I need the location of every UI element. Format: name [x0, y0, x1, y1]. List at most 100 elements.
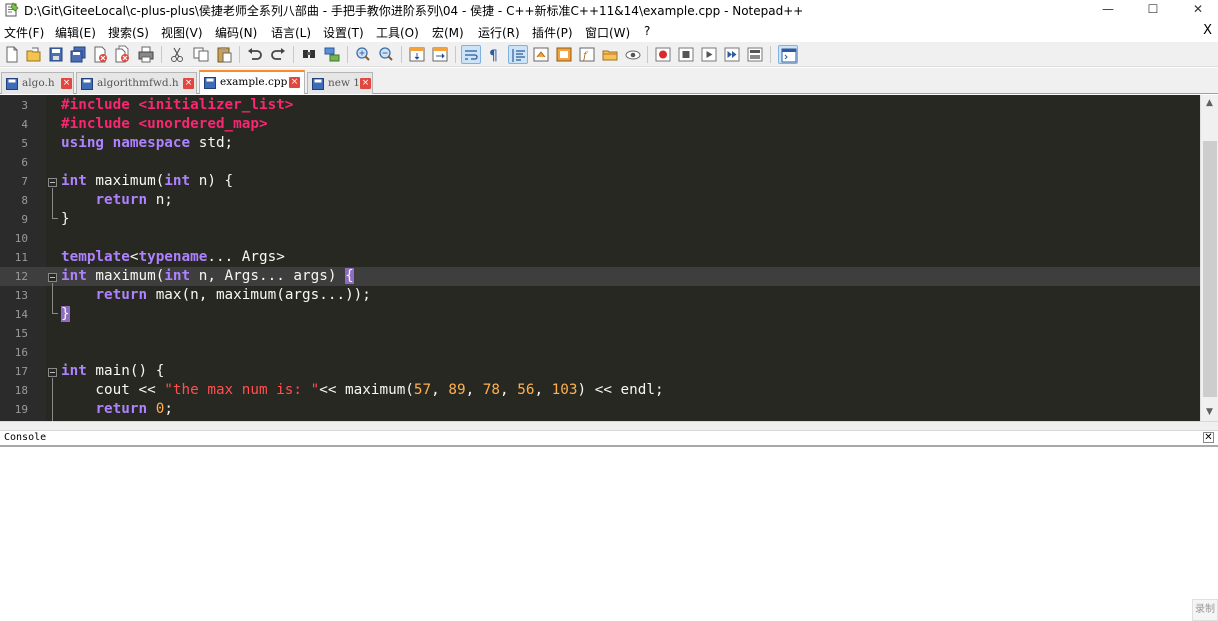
- word-wrap-icon[interactable]: [461, 45, 481, 64]
- menu-search[interactable]: 搜索(S): [108, 24, 149, 41]
- code-line[interactable]: 16: [0, 343, 1200, 362]
- matched-brace: }: [61, 306, 70, 322]
- tab-close-icon[interactable]: ×: [360, 78, 371, 89]
- fold-guide: [52, 218, 58, 219]
- code-line[interactable]: 3 #include <initializer_list>: [0, 96, 1200, 115]
- user-defined-language-icon[interactable]: [531, 45, 551, 64]
- tab-label: algorithmfwd.h: [97, 77, 179, 89]
- toolbar-separator: [347, 46, 348, 63]
- code-line[interactable]: 14 }: [0, 305, 1200, 324]
- maximize-button[interactable]: ☐: [1130, 0, 1176, 20]
- tab-close-icon[interactable]: ×: [61, 78, 72, 89]
- code-line[interactable]: 15: [0, 324, 1200, 343]
- menu-view[interactable]: 视图(V): [161, 24, 203, 41]
- sync-vertical-icon[interactable]: [407, 45, 427, 64]
- record-badge: 录制: [1192, 599, 1218, 621]
- open-file-icon[interactable]: [24, 45, 44, 64]
- toolbar-separator: [455, 46, 456, 63]
- menu-window[interactable]: 窗口(W): [585, 24, 630, 41]
- code-editor[interactable]: 3 #include <initializer_list> 4 #include…: [0, 95, 1200, 421]
- close-document-button[interactable]: X: [1203, 23, 1212, 38]
- fold-toggle-icon[interactable]: [48, 368, 57, 377]
- console-toggle-icon[interactable]: [778, 45, 798, 64]
- fold-toggle-icon[interactable]: [48, 178, 57, 187]
- console-output[interactable]: 录制: [0, 449, 1218, 621]
- panel-splitter[interactable]: [0, 421, 1218, 431]
- run-macro-multiple-icon[interactable]: [722, 45, 742, 64]
- code-line[interactable]: 13 return max(n, maximum(args...));: [0, 286, 1200, 305]
- close-window-button[interactable]: ✕: [1175, 0, 1218, 20]
- close-all-icon[interactable]: [112, 45, 132, 64]
- code-line-current[interactable]: 12 int maximum(int n, Args... args) {: [0, 267, 1200, 286]
- monitoring-eye-icon[interactable]: [623, 45, 643, 64]
- indent-guide-icon[interactable]: [508, 45, 528, 64]
- line-number: 8: [21, 194, 28, 207]
- code-line[interactable]: 10: [0, 229, 1200, 248]
- tab-close-icon[interactable]: ×: [183, 78, 194, 89]
- code-line[interactable]: 19 return 0;: [0, 400, 1200, 419]
- zoom-in-icon[interactable]: [353, 45, 373, 64]
- folder-workspace-icon[interactable]: [600, 45, 620, 64]
- code-line[interactable]: 7 int maximum(int n) {: [0, 172, 1200, 191]
- close-file-icon[interactable]: [90, 45, 110, 64]
- tab-example-cpp[interactable]: example.cpp ×: [199, 70, 305, 94]
- code-line[interactable]: 4 #include <unordered_map>: [0, 115, 1200, 134]
- menu-macro[interactable]: 宏(M): [432, 24, 464, 41]
- document-map-icon[interactable]: [554, 45, 574, 64]
- code-line[interactable]: 5 using namespace std;: [0, 134, 1200, 153]
- replace-icon[interactable]: [322, 45, 342, 64]
- sync-horizontal-icon[interactable]: [430, 45, 450, 64]
- code-line[interactable]: 18 cout << "the max num is: "<< maximum(…: [0, 381, 1200, 400]
- playback-macro-icon[interactable]: [699, 45, 719, 64]
- minimize-button[interactable]: —: [1085, 0, 1131, 20]
- saved-file-icon: [204, 77, 216, 89]
- copy-icon[interactable]: [191, 45, 211, 64]
- menu-language[interactable]: 语言(L): [271, 24, 311, 41]
- scroll-up-icon[interactable]: ▲: [1201, 95, 1218, 112]
- show-all-chars-icon[interactable]: ¶: [484, 45, 504, 64]
- save-icon[interactable]: [46, 45, 66, 64]
- code-line[interactable]: 11 template<typename... Args>: [0, 248, 1200, 267]
- code-line[interactable]: 17 int main() {: [0, 362, 1200, 381]
- menu-settings[interactable]: 设置(T): [323, 24, 364, 41]
- scroll-down-icon[interactable]: ▼: [1201, 404, 1218, 421]
- menu-run[interactable]: 运行(R): [478, 24, 520, 41]
- toolbar: ¶ f: [0, 42, 1218, 67]
- code-line[interactable]: 6: [0, 153, 1200, 172]
- console-close-icon[interactable]: ✕: [1203, 432, 1214, 443]
- tab-close-icon[interactable]: ×: [289, 77, 300, 88]
- line-number: 4: [21, 118, 28, 131]
- save-macro-icon[interactable]: [745, 45, 765, 64]
- menu-help[interactable]: ?: [644, 24, 650, 38]
- find-icon[interactable]: [299, 45, 319, 64]
- cut-icon[interactable]: [167, 45, 187, 64]
- toolbar-separator: [239, 46, 240, 63]
- stop-record-icon[interactable]: [676, 45, 696, 64]
- new-file-icon[interactable]: [2, 45, 22, 64]
- undo-icon[interactable]: [245, 45, 265, 64]
- menu-tools[interactable]: 工具(O): [376, 24, 419, 41]
- fold-guide: [52, 283, 53, 313]
- scrollbar-thumb[interactable]: [1203, 141, 1217, 397]
- code-text: }: [61, 306, 70, 322]
- save-all-icon[interactable]: [68, 45, 88, 64]
- fold-toggle-icon[interactable]: [48, 273, 57, 282]
- code-line[interactable]: 9 }: [0, 210, 1200, 229]
- menu-edit[interactable]: 编辑(E): [55, 24, 96, 41]
- tab-algo-h[interactable]: algo.h ×: [1, 72, 74, 94]
- redo-icon[interactable]: [268, 45, 288, 64]
- zoom-out-icon[interactable]: [376, 45, 396, 64]
- fold-guide: [52, 378, 53, 421]
- print-icon[interactable]: [136, 45, 156, 64]
- code-line[interactable]: 8 return n;: [0, 191, 1200, 210]
- function-list-icon[interactable]: f: [577, 45, 597, 64]
- paste-icon[interactable]: [214, 45, 234, 64]
- tab-new-1[interactable]: new 1 ×: [307, 72, 373, 94]
- vertical-scrollbar[interactable]: ▲ ▼: [1200, 95, 1218, 421]
- line-number: 12: [14, 270, 28, 283]
- menu-encoding[interactable]: 编码(N): [215, 24, 257, 41]
- menu-file[interactable]: 文件(F): [4, 24, 44, 41]
- tab-algorithmfwd-h[interactable]: algorithmfwd.h ×: [76, 72, 197, 94]
- record-macro-icon[interactable]: [653, 45, 673, 64]
- menu-plugins[interactable]: 插件(P): [532, 24, 573, 41]
